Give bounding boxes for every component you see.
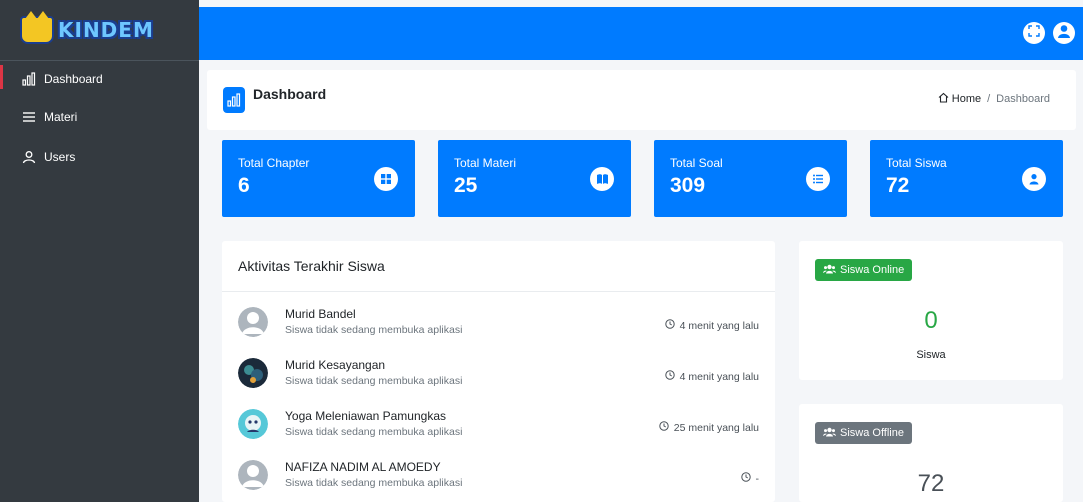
menu-lines-icon — [22, 110, 36, 124]
list-item: NAFIZA NADIM AL AMOEDY Siswa tidak sedan… — [222, 445, 775, 496]
topbar-actions — [1023, 22, 1075, 44]
stat-card-total-chapter: Total Chapter 6 — [222, 140, 415, 217]
time-label: 4 menit yang lalu — [679, 370, 759, 383]
crown-logo-icon — [20, 11, 54, 44]
brand-logo-link[interactable]: KINDEM — [0, 0, 199, 61]
offline-students-card: Siswa Offline 72 — [799, 404, 1063, 502]
recent-activity-card: Aktivitas Terakhir Siswa Murid Bandel Si… — [222, 241, 775, 502]
grid-icon — [374, 167, 398, 191]
avatar — [238, 409, 268, 439]
book-icon — [590, 167, 614, 191]
sidebar-nav: Dashboard Materi Users — [0, 61, 199, 177]
activity-time: - — [740, 472, 760, 485]
page-header: Dashboard Home / Dashboard — [207, 70, 1076, 130]
online-badge: Siswa Online — [815, 259, 913, 281]
badge-label: Siswa Online — [840, 264, 905, 276]
user-circle-icon — [1055, 22, 1073, 45]
student-name: Murid Kesayangan — [285, 358, 386, 372]
stat-label: Total Chapter — [238, 156, 310, 170]
time-label: - — [755, 472, 760, 485]
breadcrumb-home-link[interactable]: Home — [938, 92, 981, 106]
badge-label: Siswa Offline — [840, 427, 904, 439]
stat-value: 72 — [886, 174, 910, 197]
avatar — [238, 460, 268, 490]
list-item: Murid Kesayangan Siswa tidak sedang memb… — [222, 343, 775, 394]
clock-icon — [659, 421, 669, 434]
stat-label: Total Materi — [454, 156, 517, 170]
time-label: 4 menit yang lalu — [679, 319, 759, 332]
avatar — [238, 307, 268, 337]
brand-logo: KINDEM — [20, 11, 154, 44]
student-name: Yoga Meleniawan Pamungkas — [285, 409, 446, 423]
sidebar: KINDEM Dashboard Materi Users — [0, 0, 199, 502]
student-status: Siswa tidak sedang membuka aplikasi — [285, 426, 463, 438]
user-icon — [1022, 167, 1046, 191]
clock-icon — [664, 370, 675, 383]
student-status: Siswa tidak sedang membuka aplikasi — [285, 477, 463, 489]
sidebar-item-dashboard[interactable]: Dashboard — [0, 61, 199, 97]
online-students-card: Siswa Online 0 Siswa — [799, 241, 1063, 380]
fullscreen-icon — [1028, 24, 1040, 42]
sidebar-item-label: Materi — [44, 110, 78, 124]
brand-name: KINDEM — [58, 18, 154, 42]
sidebar-item-label: Users — [44, 150, 76, 164]
sidebar-item-materi[interactable]: Materi — [0, 97, 199, 137]
users-icon — [823, 264, 836, 277]
clock-icon — [664, 319, 675, 332]
stat-value: 25 — [454, 174, 478, 197]
student-status: Siswa tidak sedang membuka aplikasi — [285, 324, 463, 336]
breadcrumb-current: Dashboard — [996, 93, 1050, 105]
chart-bar-icon — [22, 72, 36, 86]
breadcrumb: Home / Dashboard — [938, 92, 1050, 106]
offline-badge: Siswa Offline — [815, 422, 912, 444]
offline-count: 72 — [917, 470, 945, 497]
avatar — [238, 358, 268, 388]
activity-time: 25 menit yang lalu — [659, 421, 759, 434]
stat-card-total-soal: Total Soal 309 — [654, 140, 847, 217]
stat-value: 6 — [238, 174, 250, 197]
fullscreen-button[interactable] — [1023, 22, 1045, 44]
stat-label: Total Soal — [670, 156, 723, 170]
stat-card-total-siswa: Total Siswa 72 — [870, 140, 1063, 217]
list-item: Murid Bandel Siswa tidak sedang membuka … — [222, 292, 775, 343]
stat-card-total-materi: Total Materi 25 — [438, 140, 631, 217]
clock-icon — [740, 472, 751, 485]
sidebar-item-users[interactable]: Users — [0, 137, 199, 177]
home-icon — [938, 92, 949, 106]
student-name: Murid Bandel — [285, 307, 356, 321]
chart-bar-icon — [223, 87, 245, 113]
activity-time: 4 menit yang lalu — [664, 319, 759, 332]
breadcrumb-separator: / — [987, 93, 991, 105]
card-title: Aktivitas Terakhir Siswa — [222, 241, 775, 292]
online-unit-label: Siswa — [916, 349, 946, 361]
stat-value: 309 — [670, 174, 706, 197]
activity-time: 4 menit yang lalu — [664, 370, 759, 383]
time-label: 25 menit yang lalu — [673, 421, 759, 434]
sidebar-item-label: Dashboard — [44, 72, 103, 86]
top-navbar — [199, 7, 1083, 60]
student-status: Siswa tidak sedang membuka aplikasi — [285, 375, 463, 387]
users-icon — [823, 427, 836, 440]
user-menu-button[interactable] — [1053, 22, 1075, 44]
stat-label: Total Siswa — [886, 156, 947, 170]
page-title: Dashboard — [253, 86, 327, 102]
student-name: NAFIZA NADIM AL AMOEDY — [285, 460, 441, 474]
breadcrumb-home-label: Home — [951, 93, 982, 105]
list-item: Yoga Meleniawan Pamungkas Siswa tidak se… — [222, 394, 775, 445]
user-icon — [22, 150, 36, 164]
list-icon — [806, 167, 830, 191]
online-count: 0 — [924, 307, 938, 334]
